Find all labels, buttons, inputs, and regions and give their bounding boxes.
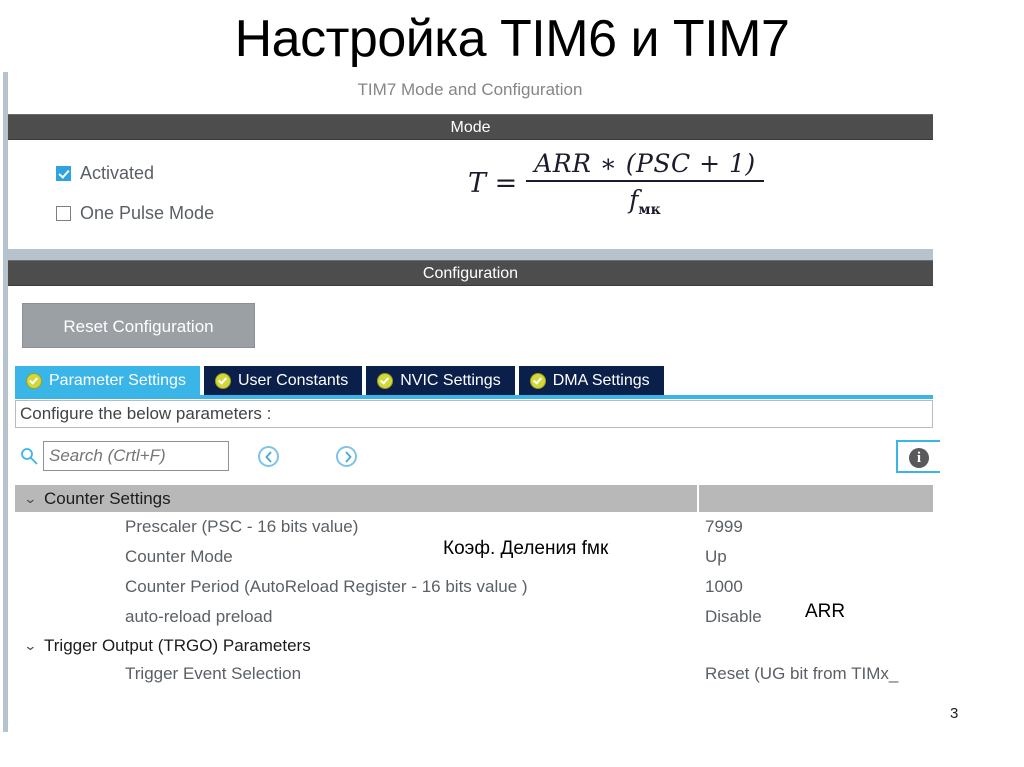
tab-nvic-settings[interactable]: NVIC Settings — [366, 366, 515, 395]
tab-label: User Constants — [237, 371, 349, 389]
group-value-cell — [697, 632, 933, 659]
annotation-period-note: ARR — [805, 601, 846, 622]
one-pulse-mode-label: One Pulse Mode — [80, 203, 215, 223]
group-value-cell — [697, 485, 933, 512]
section-divider — [8, 249, 933, 260]
configure-instruction: Configure the below parameters : — [15, 400, 933, 428]
chevron-down-icon[interactable]: ⌄ — [24, 638, 39, 654]
info-icon: i — [909, 448, 929, 468]
reset-configuration-button[interactable]: Reset Configuration — [22, 303, 255, 348]
formula-lhs: T = — [468, 168, 518, 199]
check-circle-icon — [377, 372, 394, 389]
table-row[interactable]: auto-reload preload Disable — [15, 602, 933, 632]
tab-dma-settings[interactable]: DMA Settings — [518, 366, 664, 395]
mode-section-header: Mode — [8, 114, 933, 140]
panel-subtitle: TIM7 Mode and Configuration — [357, 80, 583, 99]
tab-label: NVIC Settings — [400, 371, 501, 389]
chevron-down-icon[interactable]: ⌄ — [24, 491, 39, 507]
check-circle-icon — [26, 372, 42, 389]
tab-parameter-settings[interactable]: Parameter Settings — [15, 366, 200, 395]
activated-checkbox[interactable] — [56, 166, 71, 181]
table-row[interactable]: Counter Period (AutoReload Register - 16… — [15, 572, 933, 602]
page-title: Настройка TIM6 и TIM7 — [234, 10, 790, 68]
search-input[interactable] — [43, 441, 229, 471]
check-circle-icon — [214, 372, 231, 389]
checkbox-row-one-pulse-mode[interactable]: One Pulse Mode — [56, 203, 214, 224]
info-button[interactable]: i — [896, 440, 940, 473]
configuration-section-body: Reset Configuration Parameter Settings U… — [8, 287, 940, 732]
group-row-trigger-output-parameters[interactable]: ⌄ Trigger Output (TRGO) Parameters — [15, 632, 933, 659]
tab-label: Parameter Settings — [49, 371, 186, 389]
param-label: Prescaler (PSC - 16 bits value) — [125, 517, 359, 536]
group-row-counter-settings[interactable]: ⌄ Counter Settings — [15, 485, 933, 512]
mode-section-body: Activated One Pulse Mode T = ARR ∗ (PSC … — [8, 141, 933, 249]
configuration-section-header: Configuration — [8, 260, 933, 286]
period-formula: T = ARR ∗ (PSC + 1) fмк — [468, 149, 764, 218]
slide-root: Настройка TIM6 и TIM7 TIM7 Mode and Conf… — [0, 0, 1024, 767]
formula-denominator-subscript: мк — [638, 202, 661, 218]
page-number: 3 — [950, 705, 959, 722]
tab-user-constants[interactable]: User Constants — [203, 366, 363, 395]
group-label: Trigger Output (TRGO) Parameters — [44, 635, 311, 655]
param-label: Counter Period (AutoReload Register - 16… — [125, 577, 528, 596]
settings-tabbar: Parameter Settings User Constants NVIC S… — [15, 366, 668, 395]
cubemx-screenshot-panel: TIM7 Mode and Configuration Mode Activat… — [0, 72, 940, 732]
tab-label: DMA Settings — [552, 371, 650, 389]
check-circle-icon — [529, 372, 546, 389]
param-value[interactable]: Up — [697, 547, 933, 567]
group-label: Counter Settings — [44, 488, 171, 508]
activated-label: Activated — [80, 163, 155, 183]
chevron-right-circle-icon[interactable] — [336, 446, 357, 467]
formula-fraction: ARR ∗ (PSC + 1) fмк — [526, 149, 764, 218]
param-value[interactable]: 7999 — [697, 517, 933, 537]
param-label: Trigger Event Selection — [125, 664, 302, 683]
tabbar-underline — [15, 395, 933, 399]
param-value[interactable]: Reset (UG bit from TIMx_ — [697, 664, 933, 684]
checkbox-row-activated[interactable]: Activated — [56, 163, 154, 184]
annotation-prescaler-note: Коэф. Деления fмк — [443, 538, 609, 559]
chevron-left-circle-icon[interactable] — [258, 446, 279, 467]
formula-denominator: fмк — [629, 182, 661, 218]
table-row[interactable]: Trigger Event Selection Reset (UG bit fr… — [15, 659, 933, 689]
search-toolbar: i — [8, 435, 940, 485]
formula-numerator: ARR ∗ (PSC + 1) — [534, 149, 756, 178]
param-value[interactable]: 1000 — [697, 577, 933, 597]
param-label: auto-reload preload — [125, 607, 273, 626]
search-icon — [20, 447, 38, 465]
parameter-table: ⌄ Counter Settings Prescaler (PSC - 16 b… — [15, 485, 933, 689]
one-pulse-mode-checkbox[interactable] — [56, 206, 71, 221]
